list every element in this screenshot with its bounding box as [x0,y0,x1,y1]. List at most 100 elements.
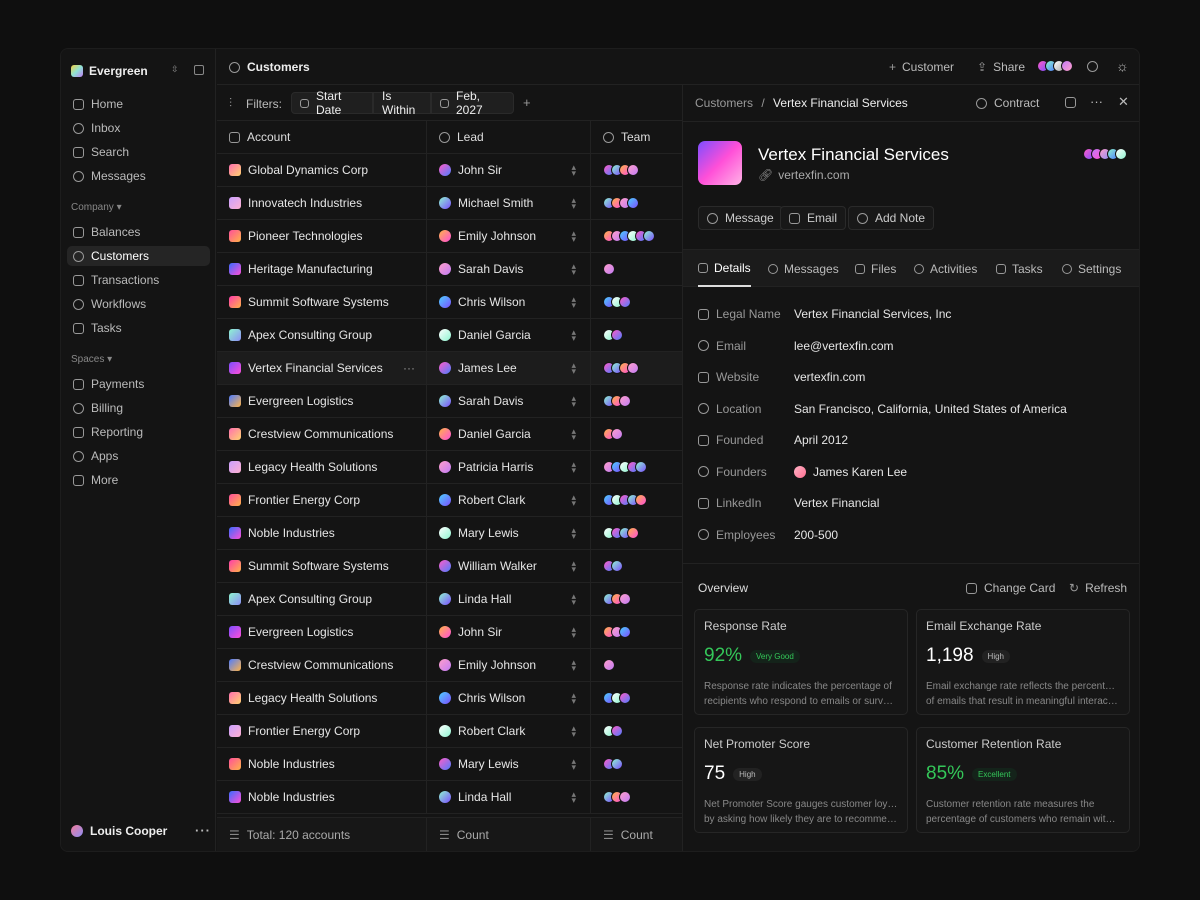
table-row[interactable]: Frontier Energy Corp Robert Clark ▴ ▾ [217,715,682,748]
sidebar-item-workflows[interactable]: Workflows [67,294,210,314]
sidebar-item-home[interactable]: Home [67,94,210,114]
lead-cell[interactable]: Linda Hall ▴ ▾ [427,583,591,615]
table-row[interactable]: Crestview Communications Daniel Garcia ▴ ▾ [217,418,682,451]
footer-count-lead[interactable]: ☰ Count [427,818,591,851]
team-cell[interactable] [591,748,682,780]
account-cell[interactable]: Evergreen Logistics [217,385,427,417]
sidebar-item-tasks[interactable]: Tasks [67,318,210,338]
chevron-updown-icon[interactable]: ▴ ▾ [571,460,576,475]
team-cell[interactable] [591,286,682,318]
metric-card-response-rate[interactable]: Response Rate 92% Very Good Response rate i… [694,609,908,715]
footer-total[interactable]: ☰ Total: 120 accounts [217,818,427,851]
section-label-spaces[interactable]: Spaces ▾ [71,354,112,365]
team-cell[interactable] [591,220,682,252]
table-row[interactable]: Legacy Health Solutions Patricia Harris ▴ ▾ [217,451,682,484]
lead-cell[interactable]: Chris Wilson ▴ ▾ [427,286,591,318]
account-cell[interactable]: Summit Software Systems [217,550,427,582]
sidebar-item-reporting[interactable]: Reporting [67,422,210,442]
team-cell[interactable] [591,319,682,351]
lead-cell[interactable]: Michael Smith ▴ ▾ [427,187,591,219]
lead-cell[interactable]: Emily Johnson ▴ ▾ [427,649,591,681]
lead-cell[interactable]: Sarah Davis ▴ ▾ [427,253,591,285]
lead-cell[interactable]: Daniel Garcia ▴ ▾ [427,319,591,351]
lead-cell[interactable]: Daniel Garcia ▴ ▾ [427,418,591,450]
account-cell[interactable]: Apex Consulting Group [217,583,427,615]
account-cell[interactable]: Legacy Health Solutions [217,682,427,714]
tab-details[interactable]: Details [698,250,751,287]
chevron-updown-icon[interactable]: ▴ ▾ [571,229,576,244]
filter-field-chip[interactable]: Start Date [291,89,373,117]
chevron-updown-icon[interactable]: ▴ ▾ [571,526,576,541]
table-row[interactable]: Global Dynamics Corp John Sir ▴ ▾ [217,154,682,187]
sidebar-item-messages[interactable]: Messages [67,166,210,186]
chevron-updown-icon[interactable]: ▴ ▾ [571,295,576,310]
section-label-company[interactable]: Company ▾ [71,202,122,213]
add-filter-icon[interactable]: + [523,95,531,110]
panel-layout-icon[interactable] [1065,97,1076,108]
filter-operator-chip[interactable]: Is Within [373,89,431,117]
lead-cell[interactable]: Patricia Harris ▴ ▾ [427,451,591,483]
account-cell[interactable]: Pioneer Technologies [217,220,427,252]
table-row[interactable]: Apex Consulting Group Daniel Garcia ▴ ▾ [217,319,682,352]
team-cell[interactable] [591,715,682,747]
account-cell[interactable]: Noble Industries [217,748,427,780]
account-cell[interactable]: Frontier Energy Corp [217,484,427,516]
team-cell[interactable] [591,517,682,549]
collaborator-avatars[interactable] [1037,60,1073,72]
tab-tasks[interactable]: Tasks [996,250,1043,287]
chevron-updown-icon[interactable]: ▴ ▾ [571,724,576,739]
table-row[interactable]: Summit Software Systems Chris Wilson ▴ ▾ [217,286,682,319]
account-cell[interactable]: Noble Industries [217,781,427,813]
lead-cell[interactable]: Chris Wilson ▴ ▾ [427,682,591,714]
table-row[interactable]: Crestview Communications Emily Johnson ▴ ▾ [217,649,682,682]
team-avatars[interactable] [1083,148,1127,160]
breadcrumb-root[interactable]: Customers [695,96,753,110]
tab-activities[interactable]: Activities [914,250,977,287]
theme-toggle-icon[interactable]: ☼ [1116,58,1129,74]
team-cell[interactable] [591,385,682,417]
team-cell[interactable] [591,484,682,516]
message-button[interactable]: Message [698,206,783,230]
sidebar-toggle-icon[interactable] [194,65,204,75]
team-cell[interactable] [591,649,682,681]
team-cell[interactable] [591,187,682,219]
account-cell[interactable]: Summit Software Systems [217,286,427,318]
chevron-updown-icon[interactable]: ▴ ▾ [571,790,576,805]
table-row[interactable]: Noble Industries Linda Hall ▴ ▾ [217,781,682,814]
lead-cell[interactable]: Robert Clark ▴ ▾ [427,715,591,747]
metric-card-net-promoter-score[interactable]: Net Promoter Score 75 High Net Promoter Sco… [694,727,908,833]
row-more-icon[interactable]: ··· [403,361,415,375]
add-contract-button[interactable]: Contract [976,96,1039,110]
account-cell[interactable]: Crestview Communications [217,418,427,450]
chevron-updown-icon[interactable]: ▴ ▾ [571,658,576,673]
account-cell[interactable]: Frontier Energy Corp [217,715,427,747]
user-menu[interactable]: Louis Cooper ··· [71,821,211,841]
account-cell[interactable]: Apex Consulting Group [217,319,427,351]
lead-cell[interactable]: Emily Johnson ▴ ▾ [427,220,591,252]
tab-files[interactable]: Files [855,250,896,287]
team-cell[interactable] [591,418,682,450]
more-options-icon[interactable]: ··· [195,823,211,838]
tab-settings[interactable]: Settings [1062,250,1121,287]
team-cell[interactable] [591,583,682,615]
workspace-switcher[interactable]: Evergreen ⇳ [71,59,211,83]
column-header-lead[interactable]: Lead [427,121,591,153]
refresh-button[interactable]: ↻ Refresh [1069,581,1127,595]
email-button[interactable]: Email [780,206,847,230]
table-row[interactable]: Summit Software Systems William Walker ▴ ▾ [217,550,682,583]
chevron-updown-icon[interactable]: ▴ ▾ [571,427,576,442]
account-cell[interactable]: Innovatech Industries [217,187,427,219]
field-value[interactable]: lee@vertexfin.com [794,339,894,353]
account-cell[interactable]: Global Dynamics Corp [217,154,427,186]
chevron-updown-icon[interactable]: ▴ ▾ [571,493,576,508]
sidebar-item-transactions[interactable]: Transactions [67,270,210,290]
metric-card-customer-retention-rate[interactable]: Customer Retention Rate 85% Excellent Custo… [916,727,1130,833]
team-cell[interactable] [591,352,682,384]
table-row[interactable]: Innovatech Industries Michael Smith ▴ ▾ [217,187,682,220]
lead-cell[interactable]: Robert Clark ▴ ▾ [427,484,591,516]
lead-cell[interactable]: Mary Lewis ▴ ▾ [427,748,591,780]
team-cell[interactable] [591,154,682,186]
company-website-link[interactable]: 🔗︎ vertexfin.com [758,168,850,182]
chevron-updown-icon[interactable]: ▴ ▾ [571,361,576,376]
account-cell[interactable]: Noble Industries [217,517,427,549]
